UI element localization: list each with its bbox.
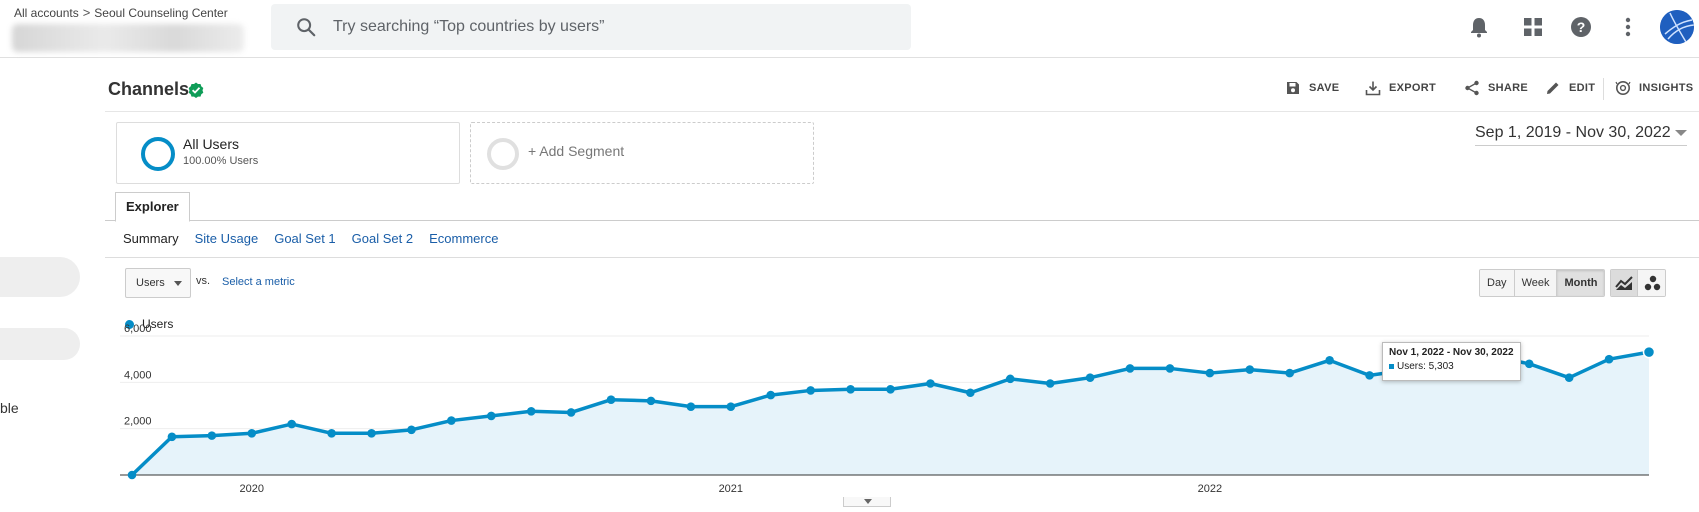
chart-tooltip: Nov 1, 2022 - Nov 30, 2022 Users: 5,303 (1382, 342, 1521, 381)
data-point (1125, 364, 1135, 373)
data-point (327, 429, 336, 438)
data-point (886, 384, 895, 394)
tooltip-value-row: Users: 5,303 (1389, 361, 1514, 372)
data-point (407, 425, 416, 435)
data-point (1524, 359, 1534, 369)
x-tick-label: 2022 (1198, 483, 1222, 495)
avatar[interactable] (1660, 10, 1694, 44)
data-point (1085, 373, 1095, 383)
data-point (167, 432, 177, 442)
account-selector[interactable] (12, 24, 244, 52)
report-panel: Channels SAVE EXPORT SHARE EDIT INSIGHTS… (105, 58, 1699, 512)
y-tick-label: 4,000 (124, 369, 152, 381)
data-point (766, 390, 776, 400)
sidebar-item[interactable] (0, 257, 80, 297)
breadcrumb-account[interactable]: Seoul Counseling Center (94, 6, 227, 20)
y-tick-label: 6,000 (124, 323, 152, 335)
data-point (1005, 374, 1015, 384)
tooltip-value: Users: 5,303 (1397, 361, 1454, 372)
data-point (1165, 364, 1175, 373)
data-point (367, 429, 376, 438)
data-point (1245, 365, 1255, 374)
data-point (646, 396, 656, 406)
data-point (846, 384, 855, 394)
y-tick-label: 2,000 (124, 416, 152, 428)
x-tick-label: 2021 (719, 483, 743, 495)
svg-text:?: ? (1577, 19, 1586, 35)
data-point (1205, 368, 1215, 378)
x-tick-label: 2020 (240, 483, 264, 495)
sidebar-item[interactable] (0, 328, 80, 360)
data-point (606, 395, 616, 405)
data-point (686, 402, 696, 411)
data-point (966, 388, 975, 398)
bell-icon[interactable] (1465, 13, 1493, 41)
tooltip-title: Nov 1, 2022 - Nov 30, 2022 (1389, 347, 1514, 358)
top-bar: All accounts > Seoul Counseling Center ? (0, 0, 1699, 58)
search-icon (297, 18, 316, 37)
data-point (486, 411, 496, 421)
more-vert-icon[interactable] (1614, 13, 1642, 41)
data-point (1365, 371, 1374, 380)
data-point (1285, 368, 1295, 378)
data-point (526, 406, 536, 416)
search-bar[interactable] (271, 4, 911, 50)
globe-logo-icon (1660, 10, 1694, 44)
data-point (127, 470, 137, 480)
collapse-chart-handle[interactable] (843, 497, 891, 507)
data-point (447, 416, 456, 425)
data-point (1325, 356, 1334, 365)
data-point (1642, 345, 1656, 359)
data-point (247, 429, 257, 438)
search-input[interactable] (333, 18, 893, 36)
apps-grid-icon[interactable] (1519, 13, 1547, 41)
help-icon[interactable]: ? (1567, 13, 1595, 41)
data-point (287, 419, 296, 429)
chevron-down-icon (864, 499, 872, 504)
breadcrumb: All accounts > Seoul Counseling Center (14, 5, 228, 20)
users-chart[interactable]: 2,000 4,000 6,000 2020 2021 2022 (105, 58, 1699, 512)
data-point (726, 402, 736, 411)
breadcrumb-root[interactable]: All accounts (14, 6, 79, 20)
data-point (207, 431, 217, 440)
data-point (566, 408, 576, 417)
data-point (1604, 354, 1614, 364)
data-point (1045, 379, 1055, 388)
breadcrumb-separator: > (82, 5, 91, 20)
data-point (926, 379, 935, 388)
data-point (806, 386, 815, 395)
tooltip-series-swatch (1389, 364, 1394, 369)
sidebar-item-label[interactable]: ble (0, 400, 19, 416)
data-point (1564, 373, 1574, 383)
